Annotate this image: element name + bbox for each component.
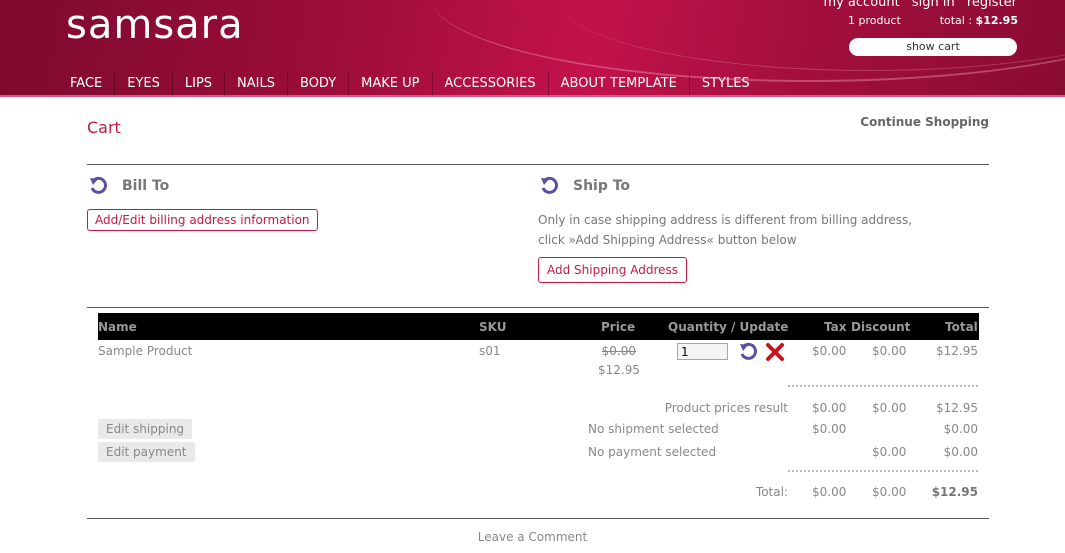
sign-in-link[interactable]: sign in — [912, 0, 955, 10]
refresh-icon[interactable] — [738, 342, 758, 362]
col-header-discount: Discount — [851, 320, 911, 334]
grand-total-discount: $0.00 — [872, 485, 907, 499]
continue-shopping-link[interactable]: Continue Shopping — [860, 115, 989, 129]
col-header-total: Total — [945, 320, 978, 334]
row-sku: s01 — [479, 344, 501, 358]
cart-table-header: Name SKU Price Quantity / Update Tax Dis… — [98, 313, 979, 340]
payment-discount: $0.00 — [872, 445, 907, 459]
nav-item-face[interactable]: FACE — [58, 72, 116, 96]
register-link[interactable]: register — [967, 0, 1017, 10]
ship-to-refresh-icon — [541, 176, 558, 194]
ship-to-note-line-1: Only in case shipping address is differe… — [538, 213, 913, 227]
col-header-name: Name — [98, 320, 137, 334]
col-header-tax: Tax — [824, 320, 847, 334]
nav-item-styles[interactable]: STYLES — [690, 72, 762, 96]
ship-to-note: Only in case shipping address is differe… — [538, 210, 912, 250]
mini-cart-total-value: $12.95 — [975, 14, 1018, 27]
row-tax: $0.00 — [812, 344, 847, 358]
shipping-tax: $0.00 — [812, 422, 847, 436]
col-header-price: Price — [601, 320, 636, 334]
edit-shipping-button[interactable]: Edit shipping — [98, 419, 193, 439]
quantity-input[interactable]: 1 — [677, 343, 728, 360]
grand-total-value: $12.95 — [931, 485, 978, 499]
subtotal-divider — [788, 385, 978, 387]
main-nav: FACE EYES LIPS NAILS BODY MAKE UP ACCESS… — [58, 72, 762, 96]
row-discount: $0.00 — [872, 344, 907, 358]
mini-cart-count: 1 product — [848, 14, 901, 27]
bill-to-refresh-icon — [90, 176, 107, 194]
mini-cart-total: total : $12.95 — [940, 14, 1018, 27]
col-header-sku: SKU — [479, 320, 507, 334]
show-cart-button[interactable]: show cart — [849, 38, 1017, 56]
shipping-status: No shipment selected — [588, 422, 719, 436]
nav-item-body[interactable]: BODY — [288, 72, 350, 96]
ship-to-note-line-2: click »Add Shipping Address« button belo… — [538, 233, 797, 247]
grand-total-tax: $0.00 — [812, 485, 847, 499]
nav-item-eyes[interactable]: EYES — [115, 72, 173, 96]
total-divider — [788, 470, 978, 472]
my-account-link[interactable]: my account — [823, 0, 899, 10]
grand-total-label: Total: — [755, 485, 788, 499]
bill-to-heading: Bill To — [122, 178, 170, 194]
row-old-price: $0.00 — [601, 344, 636, 358]
add-shipping-address-button[interactable]: Add Shipping Address — [538, 257, 687, 283]
payment-status: No payment selected — [588, 445, 717, 459]
mini-cart-total-label: total : — [939, 14, 973, 27]
nav-item-make-up[interactable]: MAKE UP — [349, 72, 433, 96]
row-product-name: Sample Product — [98, 344, 193, 358]
product-prices-total: $12.95 — [936, 401, 978, 415]
nav-item-lips[interactable]: LIPS — [173, 72, 226, 96]
row-total: $12.95 — [936, 344, 978, 358]
divider-bottom — [87, 518, 989, 519]
site-logo[interactable]: samsara — [66, 2, 244, 48]
account-links: my account sign in register — [815, 0, 1017, 10]
delete-x-icon[interactable] — [765, 342, 785, 362]
site-header: samsara my account sign in register 1 pr… — [0, 0, 1065, 97]
payment-total: $0.00 — [943, 445, 978, 459]
row-price: $12.95 — [598, 363, 640, 377]
nav-item-accessories[interactable]: ACCESSORIES — [433, 72, 549, 96]
leave-comment-link[interactable]: Leave a Comment — [0, 530, 1065, 544]
nav-item-nails[interactable]: NAILS — [225, 72, 288, 96]
page-title: Cart — [87, 118, 121, 137]
product-prices-tax: $0.00 — [812, 401, 847, 415]
nav-item-about-template[interactable]: ABOUT TEMPLATE — [549, 72, 690, 96]
edit-billing-address-button[interactable]: Add/Edit billing address information — [87, 209, 318, 231]
col-header-quantity-update: Quantity / Update — [668, 320, 789, 334]
divider-middle — [87, 307, 989, 308]
edit-payment-button[interactable]: Edit payment — [98, 442, 195, 462]
product-prices-label: Product prices result — [664, 401, 788, 415]
product-prices-discount: $0.00 — [872, 401, 907, 415]
divider-top — [87, 164, 989, 165]
ship-to-heading: Ship To — [573, 178, 631, 194]
shipping-total: $0.00 — [943, 422, 978, 436]
